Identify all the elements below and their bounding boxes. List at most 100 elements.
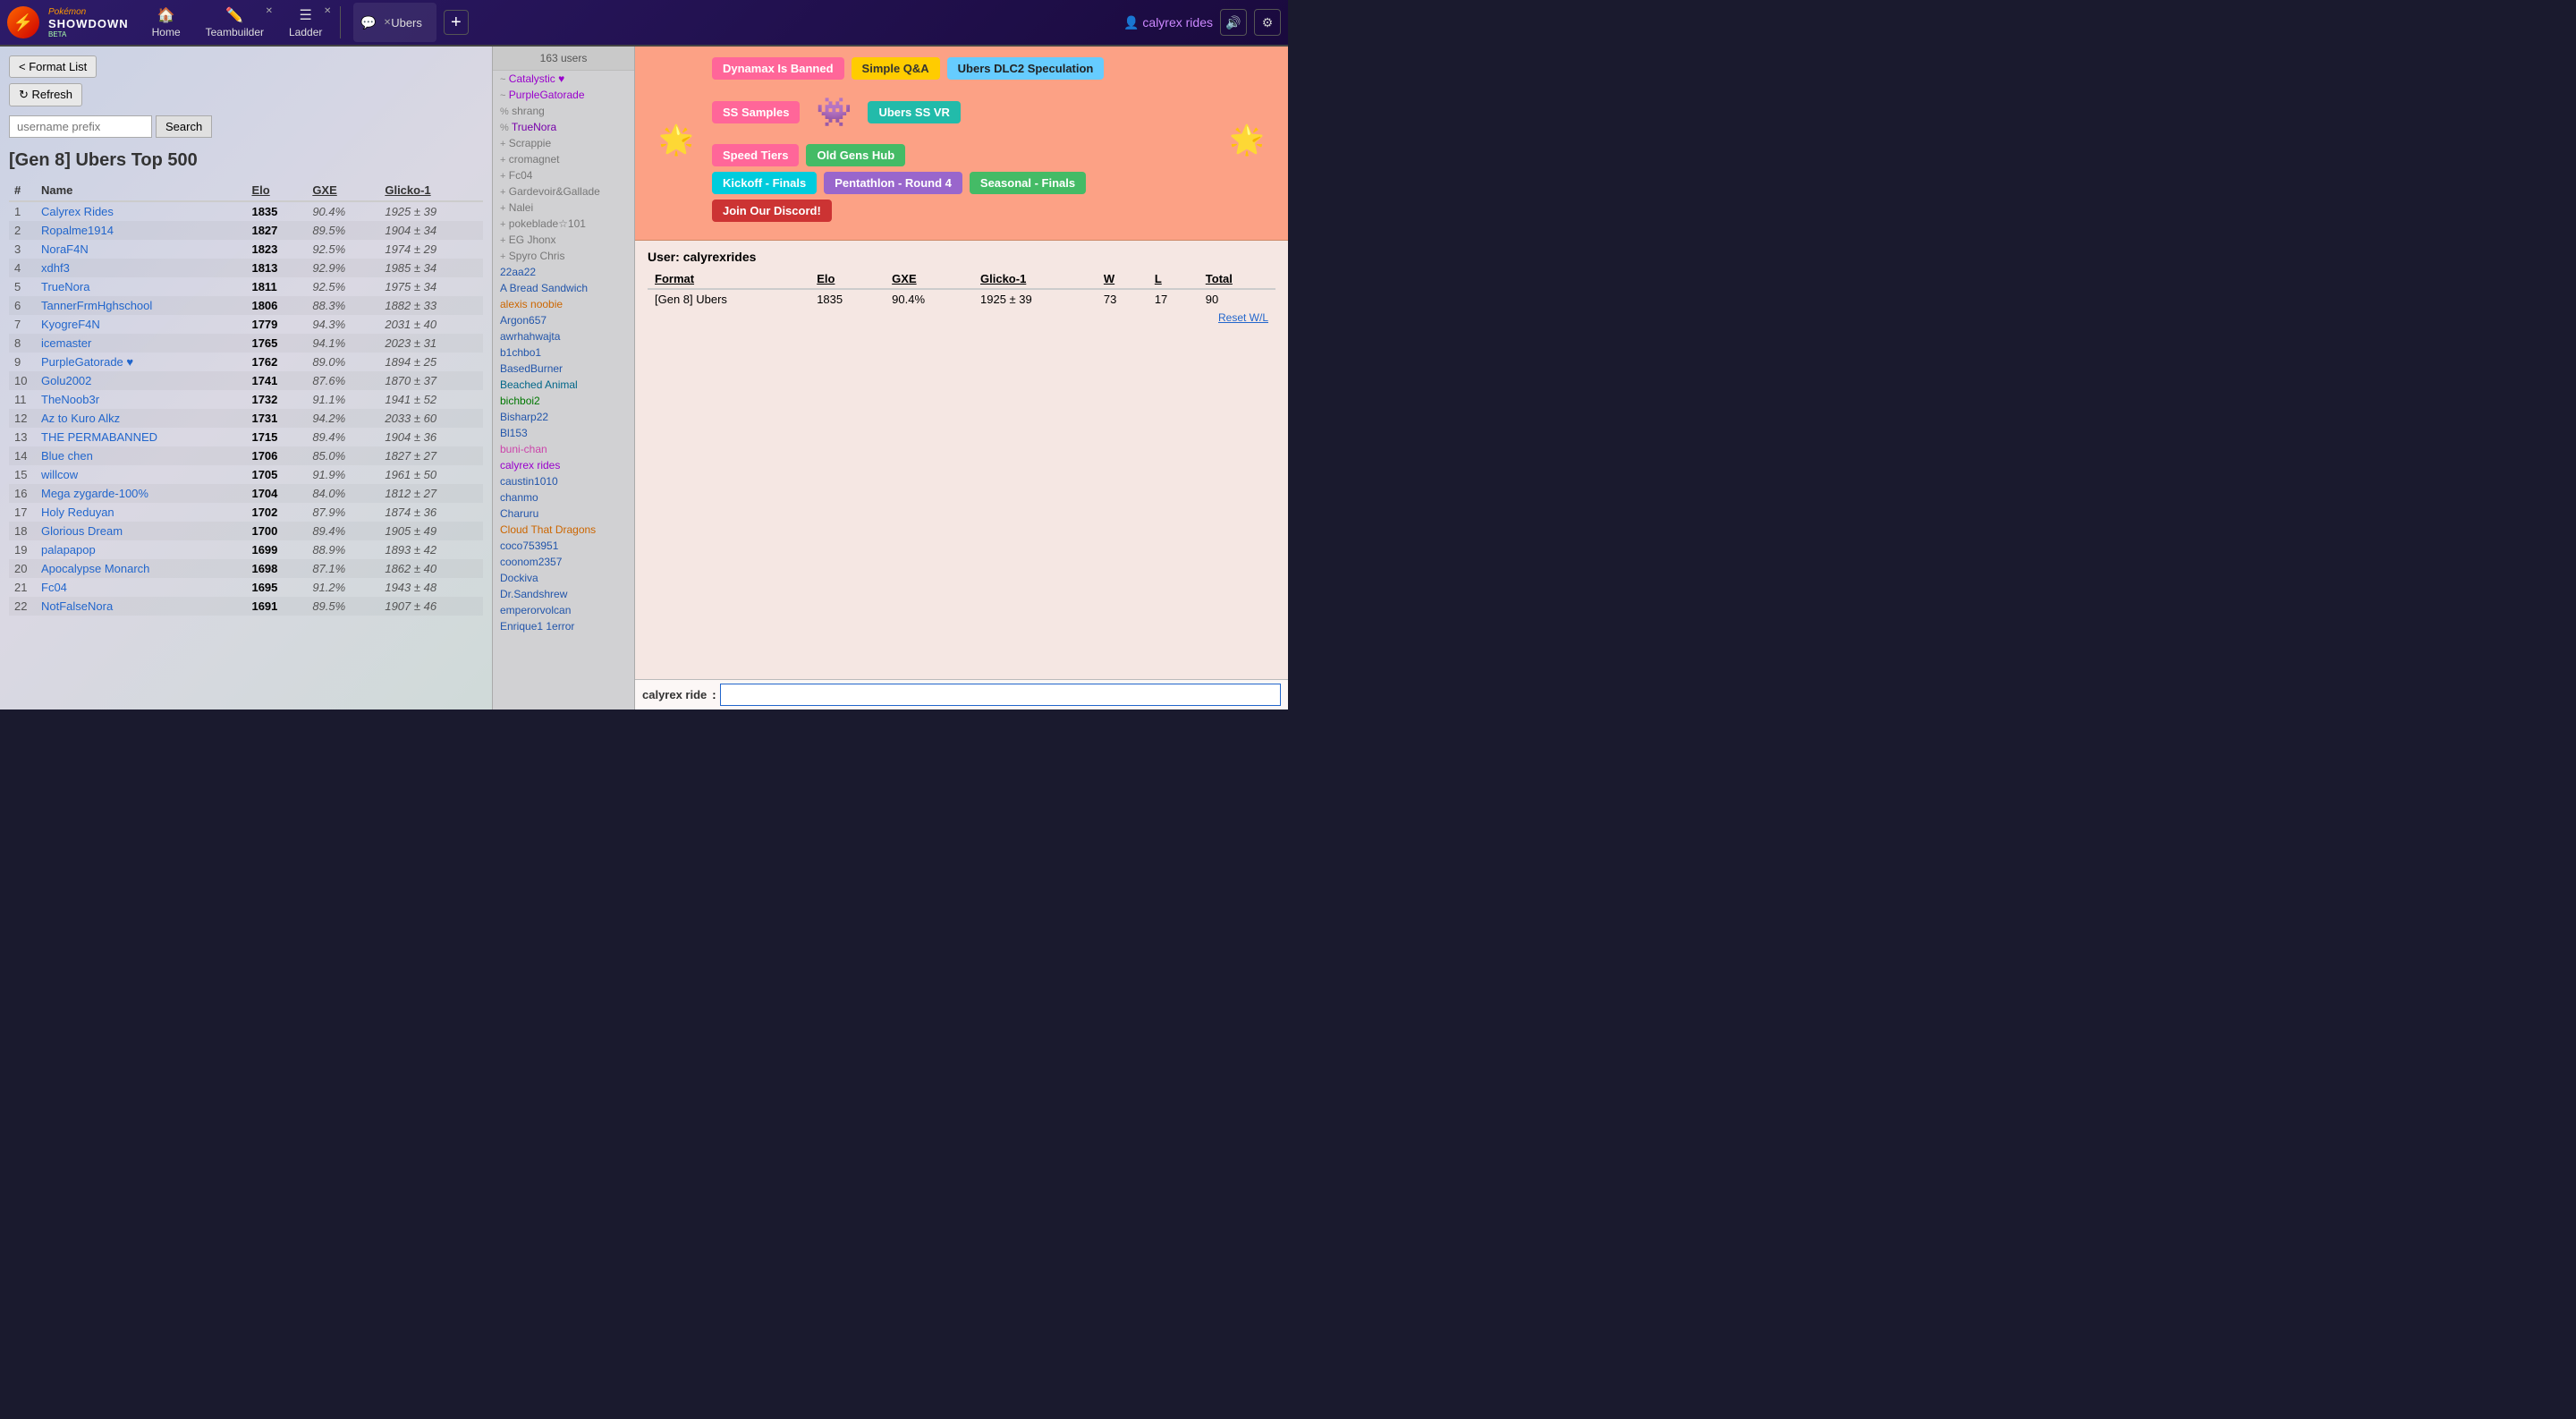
user-item[interactable]: b1chbo1 bbox=[493, 344, 634, 361]
user-item[interactable]: Bl153 bbox=[493, 425, 634, 441]
name-cell[interactable]: TrueNora bbox=[36, 277, 246, 296]
user-item[interactable]: + Nalei bbox=[493, 200, 634, 216]
teambuilder-button[interactable]: ✏️ Teambuilder ✕ bbox=[193, 3, 276, 42]
user-item[interactable]: alexis noobie bbox=[493, 296, 634, 312]
stats-elo-header[interactable]: Elo bbox=[809, 269, 885, 289]
format-list-button[interactable]: < Format List bbox=[9, 55, 97, 78]
banner-row-bot2: Kickoff - Finals Pentathlon - Round 4 Se… bbox=[712, 172, 1211, 194]
user-item[interactable]: Cloud That Dragons bbox=[493, 522, 634, 538]
user-item[interactable]: caustin1010 bbox=[493, 473, 634, 489]
refresh-button[interactable]: ↻ Refresh bbox=[9, 83, 82, 106]
name-cell[interactable]: Fc04 bbox=[36, 578, 246, 597]
name-cell[interactable]: willcow bbox=[36, 465, 246, 484]
ubers-dlc2-banner[interactable]: Ubers DLC2 Speculation bbox=[947, 57, 1105, 80]
name-cell[interactable]: Apocalypse Monarch bbox=[36, 559, 246, 578]
elo-cell: 1732 bbox=[246, 390, 307, 409]
reset-wl-link[interactable]: Reset W/L bbox=[648, 309, 1275, 327]
glicko-header[interactable]: Glicko-1 bbox=[379, 180, 483, 201]
ss-samples-banner[interactable]: SS Samples bbox=[712, 101, 800, 123]
name-cell[interactable]: Holy Reduyan bbox=[36, 503, 246, 522]
elo-header[interactable]: Elo bbox=[246, 180, 307, 201]
seasonal-banner[interactable]: Seasonal - Finals bbox=[970, 172, 1086, 194]
username-link[interactable]: 👤 calyrex rides bbox=[1123, 15, 1213, 30]
logo-area: ⚡ Pokémon SHOWDOWN BETA bbox=[7, 6, 129, 38]
user-item[interactable]: chanmo bbox=[493, 489, 634, 506]
search-input[interactable] bbox=[9, 115, 152, 138]
settings-button[interactable]: ⚙ bbox=[1254, 9, 1281, 36]
stats-w-header[interactable]: W bbox=[1097, 269, 1148, 289]
simple-qa-banner[interactable]: Simple Q&A bbox=[852, 57, 940, 80]
ladder-row: 13 THE PERMABANNED 1715 89.4% 1904 ± 36 bbox=[9, 428, 483, 446]
name-cell[interactable]: Ropalme1914 bbox=[36, 221, 246, 240]
home-button[interactable]: 🏠 Home bbox=[140, 3, 193, 42]
name-cell[interactable]: KyogreF4N bbox=[36, 315, 246, 334]
name-cell[interactable]: Mega zygarde-100% bbox=[36, 484, 246, 503]
user-item[interactable]: Dockiva bbox=[493, 570, 634, 586]
ladder-close-icon[interactable]: ✕ bbox=[324, 6, 331, 16]
user-item[interactable]: + Gardevoir&Gallade bbox=[493, 183, 634, 200]
name-cell[interactable]: icemaster bbox=[36, 334, 246, 353]
user-item[interactable]: emperorvolcan bbox=[493, 602, 634, 618]
user-item[interactable]: Dr.Sandshrew bbox=[493, 586, 634, 602]
user-item[interactable]: ~ PurpleGatorade bbox=[493, 87, 634, 103]
user-item[interactable]: + Spyro Chris bbox=[493, 248, 634, 264]
user-item[interactable]: buni-chan bbox=[493, 441, 634, 457]
name-cell[interactable]: THE PERMABANNED bbox=[36, 428, 246, 446]
user-item[interactable]: bichboi2 bbox=[493, 393, 634, 409]
volume-button[interactable]: 🔊 bbox=[1220, 9, 1247, 36]
user-item[interactable]: awrhahwajta bbox=[493, 328, 634, 344]
user-item[interactable]: % shrang bbox=[493, 103, 634, 119]
ladder-row: 5 TrueNora 1811 92.5% 1975 ± 34 bbox=[9, 277, 483, 296]
user-item[interactable]: coco753951 bbox=[493, 538, 634, 554]
user-item[interactable]: % TrueNora bbox=[493, 119, 634, 135]
teambuilder-close-icon[interactable]: ✕ bbox=[266, 6, 273, 16]
name-cell[interactable]: NoraF4N bbox=[36, 240, 246, 259]
user-item[interactable]: + Scrappie bbox=[493, 135, 634, 151]
stats-gxe-header[interactable]: GXE bbox=[885, 269, 973, 289]
name-cell[interactable]: Golu2002 bbox=[36, 371, 246, 390]
ubers-ss-vr-banner[interactable]: Ubers SS VR bbox=[868, 101, 960, 123]
user-item[interactable]: Argon657 bbox=[493, 312, 634, 328]
kickoff-banner[interactable]: Kickoff - Finals bbox=[712, 172, 817, 194]
user-item[interactable]: + Fc04 bbox=[493, 167, 634, 183]
discord-banner[interactable]: Join Our Discord! bbox=[712, 200, 832, 222]
name-cell[interactable]: Calyrex Rides bbox=[36, 201, 246, 221]
name-cell[interactable]: TheNoob3r bbox=[36, 390, 246, 409]
name-cell[interactable]: TannerFrmHghschool bbox=[36, 296, 246, 315]
name-cell[interactable]: Blue chen bbox=[36, 446, 246, 465]
pentathlon-banner[interactable]: Pentathlon - Round 4 bbox=[824, 172, 962, 194]
stats-l-header[interactable]: L bbox=[1148, 269, 1199, 289]
old-gens-banner[interactable]: Old Gens Hub bbox=[806, 144, 905, 166]
user-item[interactable]: BasedBurner bbox=[493, 361, 634, 377]
gxe-header[interactable]: GXE bbox=[307, 180, 379, 201]
user-item[interactable]: ~ Catalystic ♥ bbox=[493, 71, 634, 87]
user-item[interactable]: + cromagnet bbox=[493, 151, 634, 167]
user-item[interactable]: Enrique1 1error bbox=[493, 618, 634, 634]
search-button[interactable]: Search bbox=[156, 115, 212, 138]
stats-format-header[interactable]: Format bbox=[648, 269, 809, 289]
name-cell[interactable]: palapapop bbox=[36, 540, 246, 559]
stats-total-header[interactable]: Total bbox=[1199, 269, 1275, 289]
banner-buttons-area: Dynamax Is Banned Simple Q&A Ubers DLC2 … bbox=[712, 57, 1211, 222]
add-tab-button[interactable]: + bbox=[444, 10, 469, 35]
user-item[interactable]: calyrex rides bbox=[493, 457, 634, 473]
dynamax-banner[interactable]: Dynamax Is Banned bbox=[712, 57, 844, 80]
user-item[interactable]: Beached Animal bbox=[493, 377, 634, 393]
user-item[interactable]: Charuru bbox=[493, 506, 634, 522]
chat-input[interactable] bbox=[720, 684, 1281, 706]
user-item[interactable]: coonom2357 bbox=[493, 554, 634, 570]
tab-close-icon[interactable]: ✕ bbox=[384, 18, 391, 28]
user-item[interactable]: + EG Jhonx bbox=[493, 232, 634, 248]
user-item[interactable]: A Bread Sandwich bbox=[493, 280, 634, 296]
user-item[interactable]: Bisharp22 bbox=[493, 409, 634, 425]
user-item[interactable]: + pokeblade☆101 bbox=[493, 216, 634, 232]
stats-glicko-header[interactable]: Glicko-1 bbox=[973, 269, 1097, 289]
name-cell[interactable]: NotFalseNora bbox=[36, 597, 246, 616]
name-cell[interactable]: Glorious Dream bbox=[36, 522, 246, 540]
speed-tiers-banner[interactable]: Speed Tiers bbox=[712, 144, 799, 166]
user-item[interactable]: 22aa22 bbox=[493, 264, 634, 280]
name-cell[interactable]: xdhf3 bbox=[36, 259, 246, 277]
name-cell[interactable]: PurpleGatorade ♥ bbox=[36, 353, 246, 371]
name-cell[interactable]: Az to Kuro Alkz bbox=[36, 409, 246, 428]
ladder-button[interactable]: ☰ Ladder ✕ bbox=[276, 3, 335, 42]
